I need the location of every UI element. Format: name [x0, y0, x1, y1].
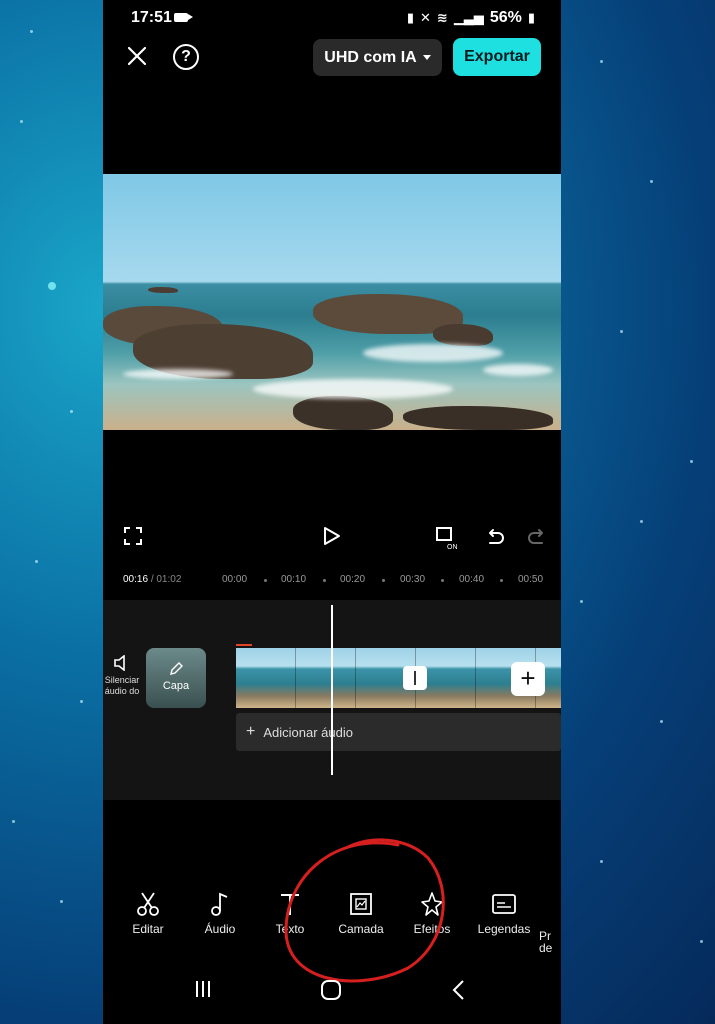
plus-icon: +	[246, 723, 256, 740]
status-time: 17:51	[131, 9, 172, 26]
android-nav-bar	[103, 965, 561, 1015]
ruler-tick: 00:40	[459, 574, 485, 585]
cover-label: Capa	[162, 680, 190, 692]
battery-percent: 56%	[489, 9, 522, 26]
tool-legendas[interactable]: Legendas	[469, 890, 539, 936]
total-time: / 01:02	[150, 574, 182, 585]
ruler-tick: 00:30	[400, 574, 426, 585]
home-icon[interactable]	[320, 979, 342, 1001]
pencil-icon	[170, 662, 183, 675]
play-icon[interactable]	[323, 526, 341, 546]
ruler-tick: 00:10	[281, 574, 307, 585]
scissors-icon	[137, 892, 159, 916]
keyframe-on-icon[interactable]: ON	[435, 526, 461, 550]
clip-marker	[236, 644, 252, 646]
music-note-icon	[211, 892, 228, 916]
phone-screen: 17:51 ▮ ✕ ≋ ▁▃▅ 56% ▮ ? UHD com IA Expor…	[103, 0, 561, 1024]
current-time: 00:16 / 01:02	[123, 574, 182, 585]
redo-icon[interactable]	[527, 526, 547, 546]
back-icon[interactable]	[451, 979, 465, 1001]
ruler-tick: 00:20	[340, 574, 366, 585]
recent-apps-icon[interactable]	[193, 979, 213, 999]
ruler-tick: 00:50	[518, 574, 544, 585]
add-audio-label: Adicionar áudio	[263, 724, 353, 740]
export-button[interactable]: Exportar	[453, 38, 541, 76]
signal-icon: ▁▃▅	[453, 10, 484, 25]
svg-text:ON: ON	[447, 544, 458, 550]
quality-dropdown[interactable]: UHD com IA	[313, 39, 442, 76]
close-icon[interactable]	[125, 44, 149, 68]
speaker-icon	[114, 655, 125, 671]
transition-button[interactable]	[403, 666, 427, 690]
video-preview[interactable]	[103, 174, 561, 430]
playback-controls: ON	[103, 520, 561, 560]
cover-button[interactable]: Capa	[146, 648, 206, 708]
status-indicators: ▮ ✕ ≋ ▁▃▅ 56% ▮	[407, 9, 535, 27]
time-ruler[interactable]: 00:16 / 01:02 00:00 00:10 00:20 00:30 00…	[103, 570, 561, 592]
ruler-tick: 00:00	[222, 574, 248, 585]
mute-icon: ✕	[420, 10, 431, 25]
tool-audio[interactable]: Áudio	[185, 890, 255, 936]
playhead[interactable]	[331, 605, 333, 775]
quality-label: UHD com IA	[324, 48, 417, 66]
captions-icon	[492, 894, 516, 914]
wifi-icon: ≋	[436, 10, 448, 25]
status-bar: 17:51 ▮ ✕ ≋ ▁▃▅ 56% ▮	[103, 0, 561, 36]
video-camera-icon	[174, 13, 193, 22]
add-clip-button[interactable]: +	[511, 662, 545, 696]
editor-top-bar: ? UHD com IA Exportar	[103, 36, 561, 80]
tool-label: Pr de	[539, 929, 553, 955]
battery-saver-icon: ▮	[406, 10, 414, 25]
add-audio-button[interactable]: + Adicionar áudio	[236, 713, 561, 751]
undo-icon[interactable]	[485, 526, 505, 546]
chevron-down-icon	[422, 55, 431, 60]
tool-partial[interactable]: Pr de	[539, 890, 561, 954]
tool-editar[interactable]: Editar	[113, 890, 183, 936]
mute-audio-button[interactable]: Silenciar áudio do	[103, 655, 141, 697]
battery-icon: ▮	[527, 10, 535, 25]
tool-label: Editar	[132, 922, 164, 936]
help-icon[interactable]: ?	[173, 44, 199, 70]
tool-label: Áudio	[204, 922, 236, 936]
fullscreen-icon[interactable]	[123, 526, 143, 546]
tool-label: Legendas	[477, 922, 531, 936]
mute-label: Silenciar áudio do	[104, 675, 140, 696]
